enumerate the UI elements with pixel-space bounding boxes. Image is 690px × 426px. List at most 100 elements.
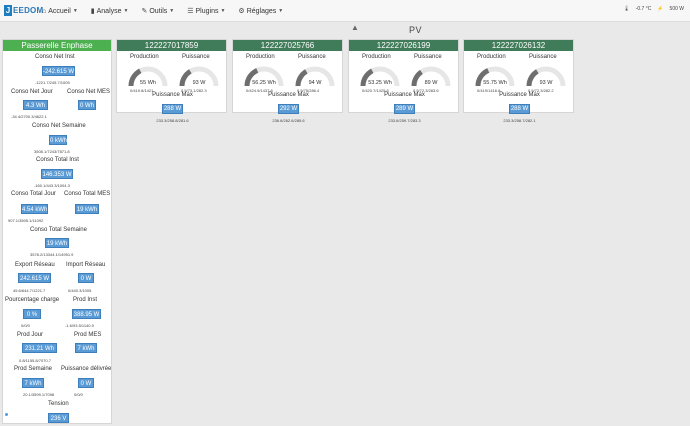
power-icon: ⚡ — [657, 6, 664, 12]
inverter-serial[interactable]: 122227017859 — [117, 40, 226, 51]
puissance-max-label: Puissance Max — [384, 92, 425, 98]
puissance-max-stats: 233.3/258.7/282.1 — [503, 118, 536, 123]
production-label: Production — [362, 54, 391, 60]
passerelle-title[interactable]: Passerelle Enphase — [3, 40, 111, 51]
conso-net-inst-label: Conso Net Inst — [35, 54, 75, 60]
menu-outils[interactable]: ✎ Outils ▼ — [141, 5, 174, 17]
puissance-delivree-value[interactable]: 0 W — [78, 378, 94, 388]
caret-down-icon: ▼ — [220, 8, 226, 14]
caret-down-icon: ▼ — [72, 8, 78, 14]
list-icon: ☰ — [187, 8, 194, 15]
top-navbar: J EEDOM ⌂ Accueil ▼ ▮ Analyse ▼ ✎ Outils… — [0, 0, 690, 22]
prod-jour-value[interactable]: 231.21 Wh — [22, 343, 57, 353]
prod-mes-value[interactable]: 7 kWh — [75, 343, 97, 353]
conso-net-jour-label: Conso Net Jour — [11, 89, 53, 95]
menu-outils-label: Outils — [149, 7, 168, 15]
prod-semaine-label: Prod Semaine — [14, 366, 53, 372]
conso-net-inst-value[interactable]: -242.615 W — [42, 66, 75, 76]
conso-total-jour-stats: 907.1/3505.1/11092 — [8, 218, 44, 223]
conso-total-inst-value[interactable]: 146.353 W — [41, 169, 73, 179]
conso-net-mes-value[interactable]: 0 Wh — [78, 100, 96, 110]
puissance-max-label: Puissance Max — [499, 92, 540, 98]
production-value: 56.25 Wh — [252, 80, 276, 86]
pourcentage-charge-value[interactable]: 0 % — [23, 309, 41, 319]
puissance-max-value[interactable]: 289 W — [394, 104, 415, 114]
conso-total-mes-label: Conso Total MES — [64, 191, 111, 197]
collapse-chevron-icon[interactable]: ▲ — [351, 23, 359, 32]
status-area: 🌡 -0.7 °C ⚡ 500 W — [623, 6, 684, 12]
temperature-value: -0.7 °C — [635, 6, 652, 12]
production-label: Production — [130, 54, 159, 60]
inverter-serial[interactable]: 122227025766 — [233, 40, 342, 51]
production-label: Production — [477, 54, 506, 60]
menu-plugins[interactable]: ☰ Plugins ▼ — [187, 5, 225, 17]
inverter-card: 122227017859 Production Puissance 55 Wh … — [116, 39, 227, 123]
power-value: 500 W — [669, 6, 684, 12]
export-reseau-stats: 45.6/644.7/1221.7 — [13, 288, 46, 293]
production-value: 53.25 Wh — [368, 80, 392, 86]
conso-net-semaine-value[interactable]: 0 kWh — [49, 135, 67, 145]
menu-plugins-label: Plugins — [195, 7, 219, 15]
menu-reglages-label: Réglages — [246, 7, 277, 15]
main-menu: ⌂ Accueil ▼ ▮ Analyse ▼ ✎ Outils ▼ ☰ Plu… — [42, 5, 283, 17]
section-title: PV — [409, 25, 423, 35]
logo-text: EEDOM — [13, 6, 44, 15]
prod-semaine-value[interactable]: 7 kWh — [22, 378, 44, 388]
puissance-label: Puissance — [414, 54, 442, 60]
conso-total-jour-value[interactable]: 4.54 kWh — [21, 204, 48, 214]
conso-total-semaine-value[interactable]: 19 kWh — [45, 238, 69, 248]
conso-total-semaine-label: Conso Total Semaine — [30, 227, 87, 233]
export-reseau-label: Export Réseau — [15, 262, 55, 268]
wrench-icon: ✎ — [141, 8, 148, 15]
inverter-card: 122227026132 Production Puissance 55.75 … — [463, 39, 574, 123]
conso-net-jour-stats: -34.4/2700.3/4622.1 — [11, 114, 47, 119]
prod-jour-label: Prod Jour — [17, 332, 44, 338]
puissance-max-stats: 233.3/258.8/281.6 — [156, 118, 189, 123]
production-label: Production — [246, 54, 275, 60]
chart-icon: ▮ — [90, 8, 95, 15]
inverter-card: 122227026199 Production Puissance 53.25 … — [348, 39, 459, 123]
puissance-value: 89 W — [424, 80, 438, 86]
import-reseau-value[interactable]: 0 W — [78, 273, 94, 283]
conso-net-semaine-stats: 3508.1/7243/7871.8 — [34, 149, 70, 154]
conso-net-jour-value[interactable]: 4.3 Wh — [23, 100, 48, 110]
menu-analyse[interactable]: ▮ Analyse ▼ — [91, 5, 129, 17]
prod-inst-stats: -1.6/93.5/1140.9 — [65, 323, 94, 328]
puissance-delivree-label: Puissance délivrée — [61, 366, 112, 372]
prod-inst-label: Prod Inst — [73, 297, 98, 303]
home-icon: ⌂ — [42, 7, 47, 15]
conso-total-inst-label: Conso Total Inst — [36, 157, 79, 163]
pourcentage-charge-stats: 0/0/0 — [21, 323, 30, 328]
puissance-label: Puissance — [182, 54, 210, 60]
inverter-serial[interactable]: 122227026199 — [349, 40, 458, 51]
menu-reglages[interactable]: ⚙ Réglages ▼ — [238, 5, 283, 17]
status-dot — [5, 413, 8, 416]
tension-value[interactable]: 236 V — [48, 413, 69, 423]
import-reseau-label: Import Réseau — [66, 262, 106, 268]
puissance-max-value[interactable]: 288 W — [509, 104, 530, 114]
inverter-card: 122227025766 Production Puissance 56.25 … — [232, 39, 343, 123]
conso-net-mes-label: Conso Net MES — [67, 89, 111, 95]
logo-mark: J — [4, 5, 12, 16]
menu-accueil[interactable]: ⌂ Accueil ▼ — [42, 5, 78, 17]
export-reseau-value[interactable]: 242.615 W — [18, 273, 51, 283]
puissance-max-stats: 233.6/259.7/283.3 — [388, 118, 421, 123]
menu-analyse-label: Analyse — [96, 7, 122, 15]
conso-total-mes-value[interactable]: 19 kWh — [75, 204, 99, 214]
menu-accueil-label: Accueil — [48, 7, 71, 15]
puissance-max-label: Puissance Max — [268, 92, 309, 98]
pourcentage-charge-label: Pourcentage charge — [5, 297, 60, 303]
inverter-serial[interactable]: 122227026132 — [464, 40, 573, 51]
conso-total-inst-stats: -160.1/443.3/1004.3 — [34, 183, 70, 188]
puissance-max-value[interactable]: 292 W — [278, 104, 299, 114]
prod-inst-value[interactable]: 388.95 W — [72, 309, 101, 319]
puissance-max-value[interactable]: 288 W — [162, 104, 183, 114]
tension-label: Tension — [48, 401, 69, 407]
puissance-max-stats: 236.6/262.6/285.6 — [272, 118, 305, 123]
conso-total-jour-label: Conso Total Jour — [11, 191, 56, 197]
puissance-label: Puissance — [298, 54, 326, 60]
conso-net-semaine-label: Conso Net Semaine — [32, 123, 86, 129]
puissance-value: 93 W — [539, 80, 553, 86]
jeedom-logo[interactable]: J EEDOM — [4, 3, 43, 18]
passerelle-enphase-panel: Passerelle Enphase Conso Net Inst -242.6… — [2, 39, 112, 424]
